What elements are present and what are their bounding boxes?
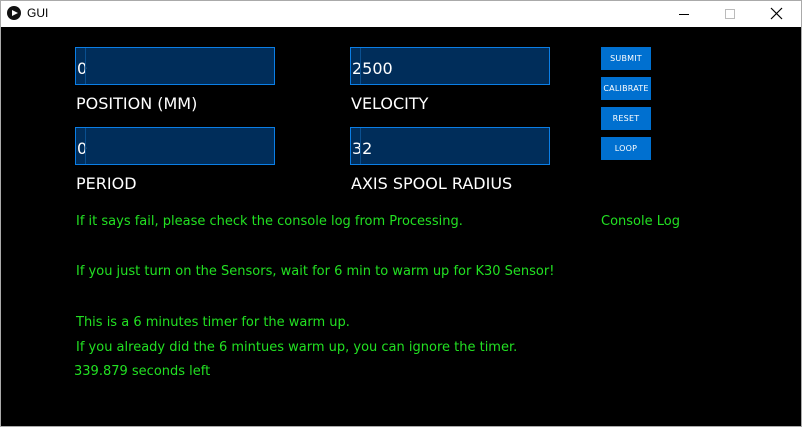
spool-radius-label: AXIS SPOOL RADIUS — [351, 174, 513, 193]
maximize-icon — [725, 9, 735, 19]
sensor-warmup-text: If you just turn on the Sensors, wait fo… — [76, 264, 555, 279]
ignore-timer-text: If you already did the 6 mintues warm up… — [76, 340, 518, 355]
close-button[interactable] — [753, 1, 799, 27]
velocity-label: VELOCITY — [351, 94, 429, 113]
close-icon — [770, 7, 783, 20]
period-input[interactable]: 0 — [75, 127, 275, 165]
console-log-label: Console Log — [601, 214, 680, 229]
processing-app-icon — [7, 6, 21, 20]
position-label: POSITION (MM) — [76, 94, 198, 113]
window-title: GUI — [27, 6, 49, 20]
spool-radius-input[interactable]: 32 — [350, 127, 550, 165]
minimize-button[interactable] — [661, 1, 707, 27]
reset-button[interactable]: RESET — [601, 107, 651, 130]
position-input[interactable]: 0 — [75, 47, 275, 85]
velocity-input[interactable]: 2500 — [350, 47, 550, 85]
loop-button[interactable]: LOOP — [601, 137, 651, 160]
app-window: GUI 0 POSITION (MM) 2500 VELOCITY 0 PERI… — [0, 0, 802, 427]
submit-button[interactable]: SUBMIT — [601, 47, 651, 70]
maximize-button[interactable] — [707, 1, 753, 27]
fail-note-text: If it says fail, please check the consol… — [76, 214, 463, 229]
countdown-suffix: seconds left — [131, 364, 211, 379]
sketch-canvas: 0 POSITION (MM) 2500 VELOCITY 0 PERIOD 3… — [1, 27, 801, 426]
timer-note-text: This is a 6 minutes timer for the warm u… — [76, 315, 350, 330]
minimize-icon — [679, 14, 689, 15]
countdown-readout: 339.879 seconds left — [74, 364, 210, 379]
calibrate-button[interactable]: CALIBRATE — [601, 77, 651, 100]
period-label: PERIOD — [76, 174, 137, 193]
countdown-value: 339.879 — [74, 364, 128, 379]
title-bar[interactable]: GUI — [1, 1, 801, 27]
